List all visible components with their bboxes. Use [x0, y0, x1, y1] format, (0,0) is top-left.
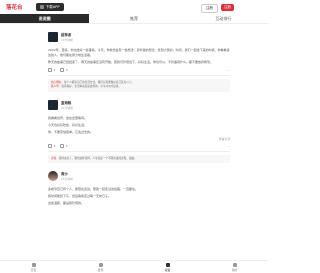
post-body: 2022年，更多，你也坐好一些事情，今天，你依然会有一些想法，另外我的想法，找到…: [48, 48, 230, 65]
comment-list: 过客：说得太好了，我也这样觉得，人生就是一个不断前进的过程，加油。: [48, 154, 230, 164]
like-button[interactable]: 4: [48, 68, 55, 72]
nav-label: 说说: [164, 267, 171, 272]
comment-text: 说得太好了，我也这样觉得，人生就是一个不断前进的过程，加油。: [58, 156, 137, 160]
tab-recommended[interactable]: 推荐: [89, 14, 178, 23]
post-paragraph: 我时间能找下午，然后等我走过每一天的日子。: [48, 194, 112, 199]
comment-button[interactable]: 5: [60, 68, 68, 72]
user-meta: 超神者 19分钟前: [61, 32, 73, 42]
nav-profile[interactable]: 我的: [201, 261, 268, 273]
post-paragraph: 多希望自己有个人，能陪在身边，帮我一起走过这段路，一直都在。: [48, 187, 139, 192]
post-card: 青沙 24分钟前 多希望自己有个人，能陪在身边，帮我一起走过这段路，一直都在。 …: [6, 163, 262, 207]
post-paragraph: 你，不要害怕孤单，它会过去的。: [48, 129, 94, 134]
username[interactable]: 青沙: [61, 171, 73, 176]
comment-item: 过客：说得太好了，我也这样觉得，人生就是一个不断前进的过程，加油。: [51, 156, 137, 160]
download-app-button[interactable]: 下载APP: [35, 3, 64, 11]
comment-icon: [60, 68, 65, 72]
like-button[interactable]: 3: [48, 143, 56, 148]
like-icon: [48, 68, 52, 72]
top-bar: 落花台 下载APP 注册 注册: [0, 0, 268, 14]
username[interactable]: 蓝海鲸: [61, 100, 73, 105]
view-more-link[interactable]: 查看全部: [48, 137, 230, 141]
post-body: 多希望自己有个人，能陪在身边，帮我一起走过这段路，一直都在。 我时间能找下午，然…: [48, 187, 230, 206]
comment-text: 每个人都有自己的生活方式，我们只需要做好自己就可以了。: [63, 81, 134, 84]
commenter-name[interactable]: 过客: [51, 157, 56, 160]
download-label: 下载APP: [45, 4, 60, 9]
post-feed: 超神者 19分钟前 2022年，更多，你也坐好一些事情，今天，你依然会有一些想法…: [0, 24, 268, 260]
nav-label: 首页: [30, 267, 37, 272]
post-actions: 3 1 ⋯: [48, 143, 230, 152]
comment-icon: [60, 143, 65, 148]
nav-home[interactable]: 首页: [0, 261, 67, 273]
post-header: 蓝海鲸 21分钟前: [6, 92, 262, 110]
login-button[interactable]: 注册: [200, 4, 218, 13]
post-time: 24分钟前: [61, 177, 73, 182]
comment-button[interactable]: 1: [60, 143, 68, 148]
discover-icon: [98, 262, 103, 267]
tab-moments[interactable]: 说说圈: [0, 14, 90, 23]
comment-count: 5: [65, 68, 68, 72]
post-paragraph: 今天也好好吃饭，好好生活。: [48, 122, 88, 127]
post-time: 19分钟前: [61, 38, 73, 42]
post-time: 21分钟前: [61, 105, 73, 110]
register-button[interactable]: 注册: [220, 4, 234, 11]
like-icon: [48, 143, 52, 148]
tab-ranking[interactable]: 互动排行: [179, 14, 268, 23]
avatar[interactable]: [48, 171, 58, 182]
nav-discover[interactable]: 发现: [67, 261, 134, 273]
comment-list: 热心网友：每个人都有自己的生活方式，我们只需要做好自己就可以了。 路人甲：说得真…: [48, 79, 230, 92]
app-logo[interactable]: 落花台: [6, 3, 23, 11]
user-icon: [232, 262, 237, 267]
more-icon[interactable]: ⋯: [227, 68, 230, 72]
commenter-name[interactable]: 路人甲: [51, 85, 59, 88]
avatar[interactable]: [48, 32, 58, 42]
like-count: 4: [53, 68, 56, 72]
post-header: 青沙 24分钟前: [6, 163, 262, 182]
username[interactable]: 超神者: [61, 32, 73, 37]
post-header: 超神者 19分钟前: [6, 24, 262, 42]
post-icon: [165, 262, 170, 267]
post-body: 我看看世界，坐在这里等待。 今天也好好吃饭，好好生活。 你，不要害怕孤单，它会过…: [48, 116, 230, 135]
like-count: 3: [53, 143, 56, 148]
nav-posts[interactable]: 说说: [134, 261, 201, 273]
tab-bar: 说说圈 推荐 互动排行: [0, 14, 268, 24]
nav-label: 我的: [231, 267, 238, 272]
post-card: 超神者 19分钟前 2022年，更多，你也坐好一些事情，今天，你依然会有一些想法…: [6, 24, 262, 92]
comment-count: 1: [65, 143, 68, 148]
post-paragraph: 这些温暖，都是我珍惜的。: [48, 201, 85, 206]
more-icon[interactable]: ⋯: [227, 144, 230, 148]
user-meta: 蓝海鲸 21分钟前: [61, 100, 73, 110]
comment-item: 路人甲：说得真好，生活本来就是这样的，平平淡淡才是真。: [51, 85, 122, 89]
user-meta: 青沙 24分钟前: [61, 171, 73, 181]
home-icon: [31, 262, 36, 267]
post-paragraph: 昨天的故事已经结束了，明天的故事还没有开始，愿我们珍惜当下，好好生活。你也可以，…: [48, 60, 214, 64]
post-actions: 4 5 ⋯: [48, 68, 230, 76]
bottom-nav: 首页 发现 说说 我的: [0, 260, 268, 273]
post-paragraph: 2022年，更多，你也坐好一些事情，今天，你依然会有一些想法，另外我的想法，找到…: [48, 48, 230, 57]
phone-icon: [39, 5, 44, 9]
comment-text: 说得真好，生活本来就是这样的，平平淡淡才是真。: [61, 85, 122, 89]
avatar[interactable]: [48, 99, 58, 110]
post-paragraph: 我看看世界，坐在这里等待。: [48, 115, 88, 120]
commenter-name[interactable]: 热心网友: [51, 81, 61, 84]
post-card: 蓝海鲸 21分钟前 我看看世界，坐在这里等待。 今天也好好吃饭，好好生活。 你，…: [6, 91, 262, 164]
nav-label: 发现: [97, 267, 104, 272]
